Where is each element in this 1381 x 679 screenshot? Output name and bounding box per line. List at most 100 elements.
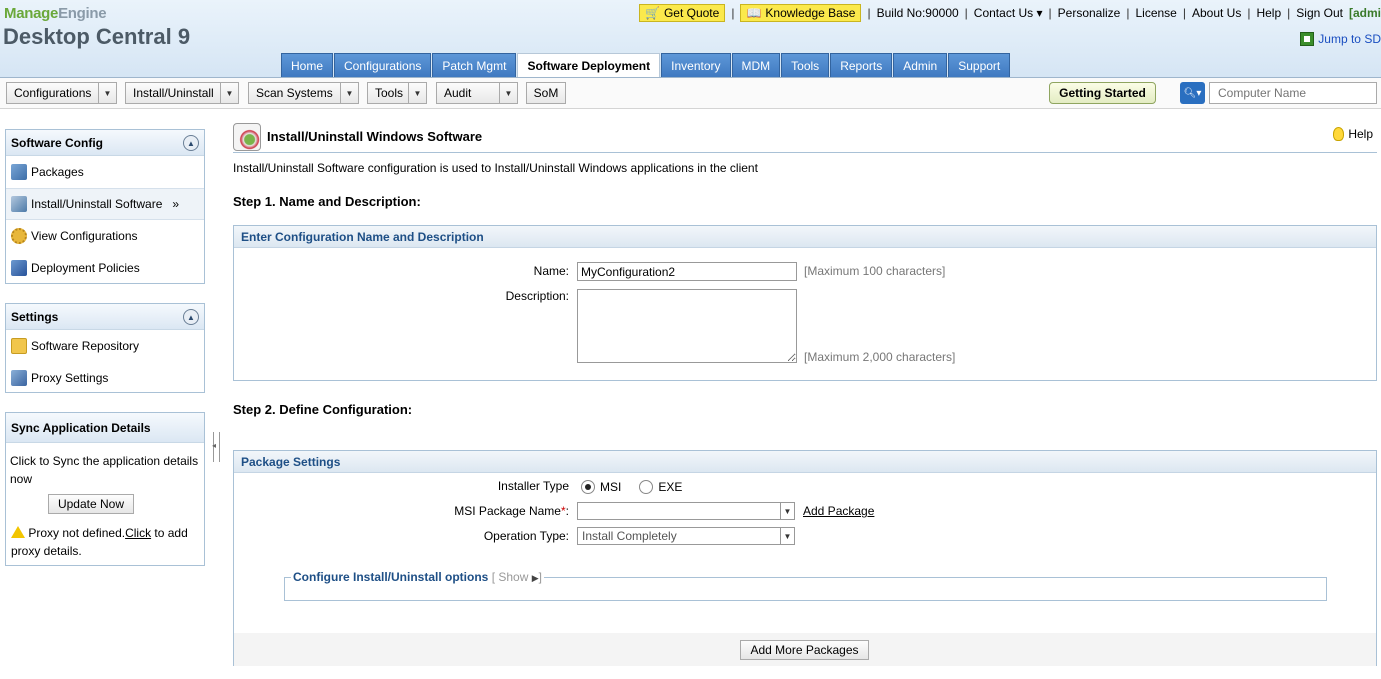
tab-reports[interactable]: Reports (830, 53, 893, 78)
page-description: Install/Uninstall Software configuration… (233, 161, 758, 175)
settings-title: Settings (11, 309, 59, 324)
tools-dropdown[interactable]: Tools ▼ (367, 82, 427, 104)
sidebar-item-deployment-policies[interactable]: Deployment Policies (6, 252, 204, 284)
configure-options-legend: Configure Install/Uninstall options [ Sh… (291, 570, 544, 584)
name-label: Name: (533, 264, 569, 278)
proxy-warning: Proxy not defined.Click to add proxy det… (11, 524, 201, 560)
sidebar-item-view-configurations[interactable]: View Configurations (6, 220, 204, 252)
app-header: ManageEngine Desktop Central 9 🛒 Get Quot… (0, 0, 1381, 78)
license-link[interactable]: License (1135, 6, 1176, 20)
collapse-up-icon[interactable]: ▲ (183, 135, 199, 151)
name-description-box: Enter Configuration Name and Description… (233, 225, 1377, 381)
chevron-down-icon: ▾ (1036, 6, 1043, 20)
getting-started-button[interactable]: Getting Started (1049, 82, 1156, 104)
sidebar-item-proxy-settings[interactable]: Proxy Settings (6, 362, 204, 394)
step2-heading: Step 2. Define Configuration: (233, 402, 413, 417)
tools-dropdown-label: Tools (375, 86, 404, 100)
config-name-input[interactable] (577, 262, 797, 281)
tab-configurations[interactable]: Configurations (334, 53, 432, 78)
sync-title: Sync Application Details (11, 420, 151, 435)
show-toggle-label: [ Show (491, 570, 529, 584)
chevron-down-icon: ▼ (408, 83, 426, 103)
tab-tools[interactable]: Tools (781, 53, 830, 78)
tab-software-deployment[interactable]: Software Deployment (517, 53, 661, 78)
chevron-down-icon: ▼ (499, 83, 517, 103)
sidebar-item-software-repository[interactable]: Software Repository (6, 330, 204, 362)
configurations-dropdown[interactable]: Configurations ▼ (6, 82, 117, 104)
knowledge-base-link[interactable]: 📖 Knowledge Base (740, 4, 862, 22)
installer-type-group: MSI EXE (581, 480, 682, 494)
sign-out-link[interactable]: Sign Out (1296, 6, 1343, 20)
name-max-hint: [Maximum 100 characters] (804, 264, 946, 278)
sidebar-item-packages[interactable]: Packages (6, 156, 204, 188)
contact-us-menu[interactable]: Contact Us ▾ (974, 6, 1043, 20)
book-icon: 📖 (746, 6, 762, 20)
operation-type-value: Install Completely (582, 529, 677, 543)
search-icon: 🔍︎▾ (1183, 87, 1202, 99)
msi-package-name-label: MSI Package Name*: (434, 504, 569, 518)
install-uninstall-dropdown[interactable]: Install/Uninstall ▼ (125, 82, 239, 104)
audit-dropdown[interactable]: Audit ▼ (436, 82, 518, 104)
sidebar-item-label: Packages (31, 165, 84, 179)
msi-radio[interactable] (581, 480, 595, 494)
configure-options-fieldset: Configure Install/Uninstall options [ Sh… (284, 570, 1327, 601)
about-us-link[interactable]: About Us (1192, 6, 1241, 20)
description-max-hint: [Maximum 2,000 characters] (804, 350, 956, 364)
splitter-handle[interactable]: ◂ (212, 432, 220, 462)
software-config-panel: Software Config ▲ Packages Install/Unins… (5, 129, 205, 284)
sidebar-item-label: Proxy Settings (31, 371, 109, 385)
search-type-button[interactable]: 🔍︎▾ (1180, 82, 1205, 104)
description-textarea[interactable] (577, 289, 797, 363)
som-button-label: SoM (533, 86, 559, 100)
install-uninstall-dropdown-label: Install/Uninstall (133, 86, 214, 100)
add-package-link[interactable]: Add Package (803, 504, 874, 518)
knowledge-base-label: Knowledge Base (765, 6, 856, 20)
install-software-icon (233, 122, 261, 151)
product-name: Desktop Central 9 (3, 24, 191, 49)
operation-type-select[interactable]: Install Completely ▼ (577, 527, 795, 545)
installer-type-label: Installer Type (497, 479, 569, 493)
policy-icon (11, 260, 27, 276)
gear-icon (11, 228, 27, 244)
chevron-down-icon: ▼ (98, 83, 116, 103)
configurations-dropdown-label: Configurations (14, 86, 92, 100)
help-button[interactable]: Help (1333, 127, 1373, 141)
add-more-packages-button[interactable]: Add More Packages (740, 640, 869, 660)
show-toggle[interactable]: [ Show ▶] (492, 570, 542, 584)
tab-support[interactable]: Support (948, 53, 1011, 78)
software-config-title: Software Config (11, 135, 103, 150)
top-links-bar: 🛒 Get Quote | 📖 Knowledge Base | Build No:… (639, 3, 1381, 23)
sidebar-item-install-uninstall-software[interactable]: Install/Uninstall Software » (6, 188, 204, 220)
exe-radio[interactable] (639, 480, 654, 494)
computer-name-search-input[interactable] (1209, 82, 1377, 104)
chevron-down-icon: ▼ (780, 503, 794, 519)
tab-patch-mgmt[interactable]: Patch Mgmt (432, 53, 517, 78)
settings-panel: Settings ▲ Software Repository Proxy Set… (5, 303, 205, 393)
name-description-header: Enter Configuration Name and Description (234, 226, 1376, 248)
double-chevron-right-icon: » (172, 197, 180, 211)
sync-app-details-panel: Sync Application Details Click to Sync t… (5, 412, 205, 566)
sidebar-item-label: Software Repository (31, 339, 140, 353)
tab-mdm[interactable]: MDM (731, 53, 781, 78)
msi-radio-label: MSI (600, 480, 622, 494)
chevron-down-icon: ▼ (220, 83, 238, 103)
personalize-link[interactable]: Personalize (1058, 6, 1121, 20)
tab-admin[interactable]: Admin (893, 53, 948, 78)
tab-home[interactable]: Home (281, 53, 334, 78)
som-button[interactable]: SoM (526, 82, 566, 104)
msi-package-select[interactable]: ▼ (577, 502, 795, 520)
proxy-click-link[interactable]: Click (125, 526, 151, 540)
tab-inventory[interactable]: Inventory (661, 53, 731, 78)
sidebar-item-label: View Configurations (31, 229, 138, 243)
get-quote-link[interactable]: 🛒 Get Quote (639, 4, 726, 22)
label-colon: : (565, 504, 569, 518)
collapse-left-icon: ◂ (212, 441, 217, 450)
exe-radio-label: EXE (658, 480, 683, 494)
sidebar-item-label: Install/Uninstall Software (31, 197, 163, 211)
collapse-up-icon[interactable]: ▲ (183, 309, 199, 325)
jump-to-link[interactable]: Jump to SD (1300, 32, 1381, 46)
help-link[interactable]: Help (1256, 6, 1281, 20)
description-label: Description: (505, 289, 569, 303)
scan-systems-dropdown[interactable]: Scan Systems ▼ (248, 82, 359, 104)
update-now-button[interactable]: Update Now (48, 494, 134, 514)
